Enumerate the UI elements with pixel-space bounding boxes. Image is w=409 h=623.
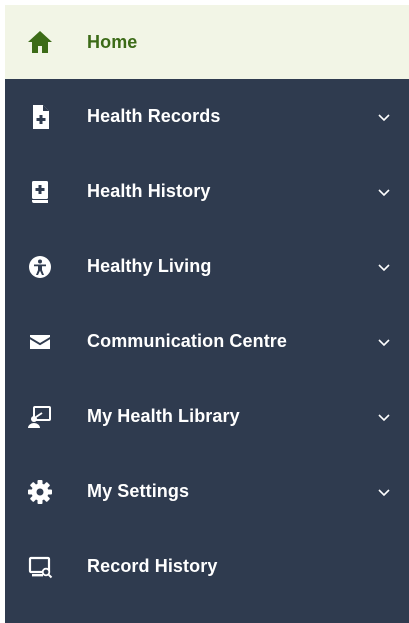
gear-icon <box>25 477 55 507</box>
nav-item-my-settings[interactable]: My Settings <box>5 454 409 529</box>
chevron-down-icon[interactable] <box>375 258 393 276</box>
nav-item-label: Healthy Living <box>87 256 212 276</box>
accessibility-icon <box>25 252 55 282</box>
nav-item-label: My Settings <box>87 481 190 501</box>
nav-item-communication-centre[interactable]: Communication Centre <box>5 304 409 379</box>
nav-item-label: Health Records <box>87 106 221 126</box>
nav-item-healthy-living[interactable]: Healthy Living <box>5 229 409 304</box>
nav-item-health-history[interactable]: Health History <box>5 154 409 229</box>
nav-item-my-health-library[interactable]: My Health Library <box>5 379 409 454</box>
nav-item-label: My Health Library <box>87 406 240 426</box>
home-icon <box>25 27 55 57</box>
chevron-down-icon[interactable] <box>375 483 393 501</box>
medical-file-icon <box>25 102 55 132</box>
nav-item-label: Communication Centre <box>87 331 288 351</box>
envelope-icon <box>25 327 55 357</box>
nav-item-health-records[interactable]: Health Records <box>5 79 409 154</box>
monitor-search-icon <box>25 552 55 582</box>
chevron-down-icon[interactable] <box>375 408 393 426</box>
chevron-down-icon[interactable] <box>375 333 393 351</box>
presentation-icon <box>25 402 55 432</box>
medical-book-icon <box>25 177 55 207</box>
nav-item-home[interactable]: Home <box>5 5 409 79</box>
chevron-down-icon[interactable] <box>375 183 393 201</box>
nav-item-label: Home <box>87 31 138 52</box>
sidebar-nav: Home Health Records Health History Healt… <box>5 5 409 623</box>
nav-item-label: Record History <box>87 556 218 576</box>
nav-item-label: Health History <box>87 181 211 201</box>
chevron-down-icon[interactable] <box>375 108 393 126</box>
nav-item-record-history[interactable]: Record History <box>5 529 409 604</box>
